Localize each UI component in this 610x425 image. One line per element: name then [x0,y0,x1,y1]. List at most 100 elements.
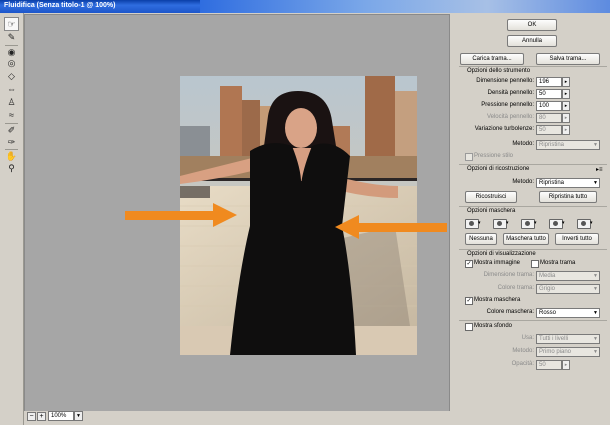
chevron-down-icon[interactable]: ▾ [506,220,510,227]
right-pointing-arrow [125,203,237,227]
reconstruct-section [459,164,607,165]
backdrop-mode-select[interactable]: Primo piano ▼ [536,347,600,357]
warp-forward-icon[interactable]: ☞ [4,17,19,31]
arrow-overlay [125,203,447,239]
reconstruct-button[interactable]: Ricostruisci [465,191,517,203]
status-bar: − + 100% ▼ [24,411,450,425]
mask-all-button[interactable]: Maschera tutto [503,233,549,245]
opacity-arrow[interactable]: ▸ [562,360,570,370]
brush-size-label: Dimensione pennello: [476,78,534,84]
show-image-label: Mostra immagine [474,260,521,266]
cancel-button[interactable]: Annulla [507,35,557,47]
mesh-size-select[interactable]: Media ▼ [536,271,600,281]
turbulent-jitter-arrow[interactable]: ▸ [562,125,570,135]
ok-button[interactable]: OK [507,19,557,31]
brush-density-arrow[interactable]: ▸ [562,89,570,99]
invert-selection-icon[interactable] [577,219,591,229]
mode-select-value: Ripristina [539,142,565,148]
bloat-icon[interactable]: ◇ [5,70,18,82]
chevron-down-icon[interactable]: ▾ [590,220,594,227]
show-image-checkbox[interactable]: ✓ [465,260,473,268]
mask-color-label: Colore maschera: [486,309,534,315]
load-mesh-button[interactable]: Carica trama... [460,53,524,65]
mode-select[interactable]: Ripristina ▼ [536,140,600,150]
chevron-down-icon[interactable]: ▾ [562,220,566,227]
view-header: Opzioni di visualizzazione [467,251,536,257]
title-bar-gradient [200,0,610,13]
view-section [459,249,607,250]
show-mask-label: Mostra maschera [474,297,521,303]
use-select-value: Tutti i livelli [539,336,569,342]
chevron-down-icon[interactable]: ▾ [478,220,482,227]
brush-pressure-label: Pressione pennello: [481,102,534,108]
chevron-down-icon: ▼ [593,273,598,279]
stylus-pressure-checkbox[interactable] [465,153,473,161]
turbulent-jitter-label: Variazione turbolenze: [474,126,534,132]
zoom-in-button[interactable]: + [37,412,46,421]
mask-header: Opzioni maschera [467,208,516,214]
brush-size-field[interactable]: 196 [536,77,562,87]
pucker-icon[interactable]: ◎ [5,57,18,69]
mask-section [459,206,607,207]
push-left-icon[interactable]: ⇔ [5,83,18,95]
zoom-field[interactable]: 100% [48,411,74,421]
use-select[interactable]: Tutti i livelli ▼ [536,334,600,344]
show-mask-checkbox[interactable]: ✓ [465,297,473,305]
mirror-icon[interactable]: ♙ [5,96,18,108]
opacity-label: Opacità: [511,361,534,367]
brush-size-arrow[interactable]: ▸ [562,77,570,87]
left-pointing-arrow [335,215,447,239]
brush-pressure-field[interactable]: 100 [536,101,562,111]
mesh-size-value: Media [539,273,556,279]
mode-label: Metodo: [512,141,534,147]
mask-color-select[interactable]: Rosso ▼ [536,308,600,318]
show-mesh-label: Mostra trama [540,260,576,266]
chevron-down-icon: ▼ [593,336,598,342]
reconstruct-mode-label: Metodo: [512,179,534,185]
backdrop-section [459,320,607,321]
restore-all-button[interactable]: Ripristina tutto [539,191,597,203]
reconstruct-mode-select[interactable]: Ripristina ▼ [536,178,600,188]
reconstruct-icon[interactable]: ✎ [5,31,18,43]
add-to-selection-icon[interactable] [493,219,507,229]
tool-options-section [459,66,607,67]
brush-rate-field[interactable]: 80 [536,113,562,123]
zoom-icon[interactable]: ⚲ [5,162,18,174]
thaw-mask-icon[interactable]: ✑ [5,136,18,148]
opacity-field[interactable]: 50 [536,360,562,370]
zoom-dropdown-arrow[interactable]: ▼ [74,411,83,421]
brush-density-field[interactable]: 50 [536,89,562,99]
show-mesh-checkbox[interactable] [531,260,539,268]
mesh-color-value: Grigio [539,286,556,292]
chevron-down-icon: ▼ [593,286,598,292]
freeze-mask-icon[interactable]: ✐ [5,123,18,136]
preview-canvas[interactable] [24,14,450,412]
hand-icon[interactable]: ✋ [5,149,18,162]
chevron-down-icon: ▼ [593,180,598,186]
brush-pressure-arrow[interactable]: ▸ [562,101,570,111]
save-mesh-button[interactable]: Salva trama... [536,53,600,65]
brush-rate-arrow[interactable]: ▸ [562,113,570,123]
options-panel: OK Annulla Carica trama... Salva trama..… [451,13,610,425]
mask-none-button[interactable]: Nessuna [465,233,497,245]
intersect-selection-icon[interactable] [549,219,563,229]
replace-selection-icon[interactable] [465,219,479,229]
mesh-size-label: Dimensione trama: [483,272,534,278]
turbulent-jitter-field[interactable]: 50 [536,125,562,135]
use-label: Usa: [521,335,534,341]
stylus-pressure-label: Pressione stilo [474,153,514,159]
zoom-out-button[interactable]: − [27,412,36,421]
subtract-selection-icon[interactable] [521,219,535,229]
panel-menu-icon[interactable]: ▸≡ [596,166,603,173]
tool-options-header: Opzioni dello strumento [467,68,531,74]
invert-all-button[interactable]: Inverti tutto [555,233,599,245]
reconstruct-mode-value: Ripristina [539,180,565,186]
window-title: Fluidifica (Senza titolo-1 @ 100%) [4,2,116,9]
show-backdrop-checkbox[interactable] [465,323,473,331]
mesh-color-select[interactable]: Grigio ▼ [536,284,600,294]
brush-density-label: Densità pennello: [487,90,534,96]
chevron-down-icon: ▼ [593,142,598,148]
turbulence-icon[interactable]: ≈ [5,109,18,121]
chevron-down-icon[interactable]: ▾ [534,220,538,227]
chevron-down-icon: ▼ [593,310,598,316]
